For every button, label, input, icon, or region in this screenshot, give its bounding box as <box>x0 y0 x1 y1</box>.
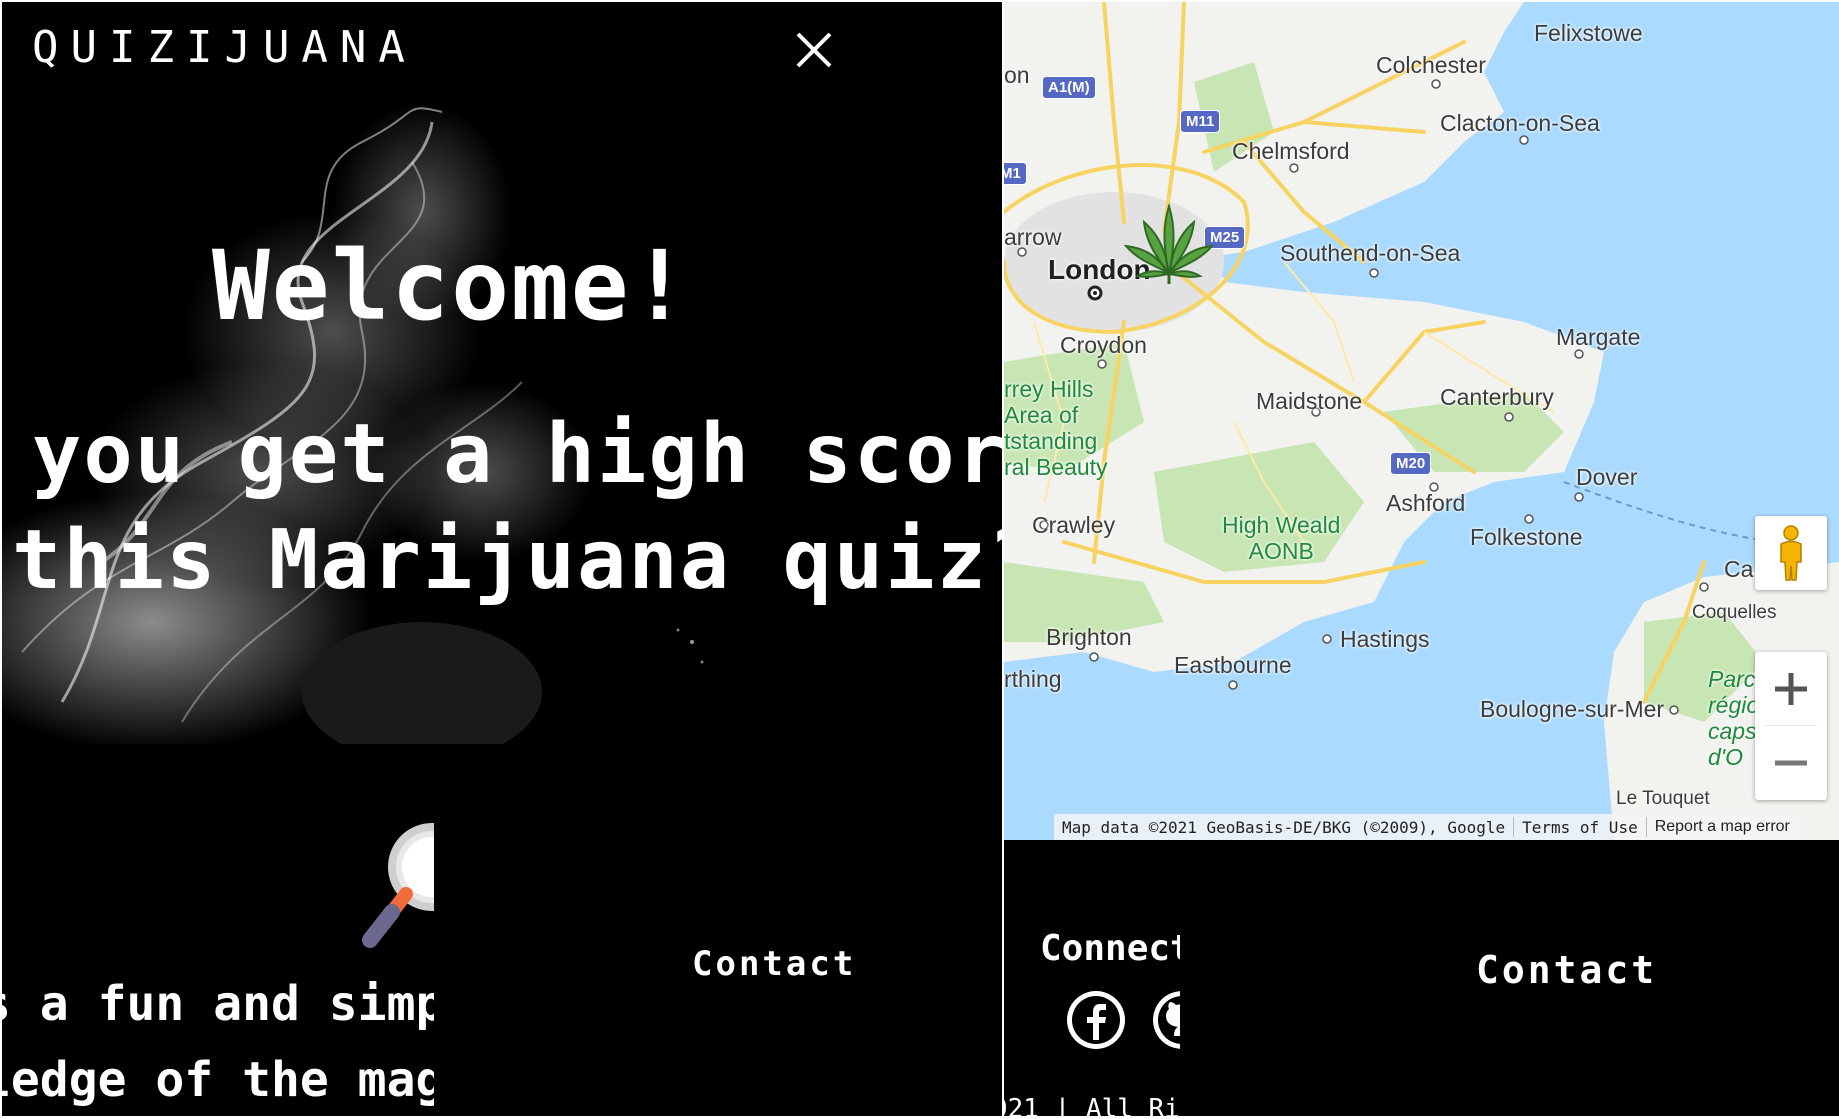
page: QUIZIJUANA Welcome! you get a high score… <box>0 0 1839 1119</box>
contact-link[interactable]: Contact <box>692 944 856 984</box>
map-label-boulogne: Boulogne-sur-Mer <box>1480 696 1665 722</box>
minus-icon[interactable] <box>1755 726 1827 800</box>
map-label-margate: Margate <box>1556 324 1641 350</box>
map-label-southend: Southend-on-Sea <box>1280 240 1461 266</box>
map-label-maidstone: Maidstone <box>1256 388 1363 414</box>
map-label-folkestone: Folkestone <box>1470 524 1583 550</box>
map-label-chelmsford: Chelmsford <box>1232 138 1350 164</box>
map-label-colchester: Colchester <box>1376 52 1486 78</box>
about-section: s a fun and simple ledge of the magi <box>2 744 434 1116</box>
map-label-surrey-hills: rrey Hills Area of tstanding ral Beauty <box>1004 376 1108 480</box>
road-shield-a1m: A1(M) <box>1042 76 1096 99</box>
magnifier-icon <box>362 823 434 948</box>
github-icon[interactable] <box>1152 990 1180 1050</box>
close-icon[interactable] <box>792 28 836 72</box>
quiz-window: QUIZIJUANA Welcome! you get a high score… <box>2 2 1002 1116</box>
map-data-attribution: Map data ©2021 GeoBasis-DE/BKG (©2009), … <box>1062 817 1506 837</box>
welcome-heading: Welcome! <box>212 230 691 342</box>
about-text-line-2: ledge of the magi <box>2 1052 434 1108</box>
pegman-icon <box>1780 525 1802 581</box>
map-window: Felixstowe Colchester Clacton-on-Sea Che… <box>1004 2 1839 1116</box>
map-label-le-touquet: Le Touquet <box>1616 788 1710 809</box>
map-label-clacton: Clacton-on-Sea <box>1440 110 1600 136</box>
map-label-coquelles: Coquelles <box>1692 602 1777 623</box>
map-label-eastbourne: Eastbourne <box>1174 652 1292 678</box>
map-label-harrow: arrow <box>1004 224 1062 250</box>
road-shield-m20: M20 <box>1390 452 1432 475</box>
google-map[interactable]: Felixstowe Colchester Clacton-on-Sea Che… <box>1004 2 1839 840</box>
map-attribution-bar: Map data ©2021 GeoBasis-DE/BKG (©2009), … <box>1054 814 1798 840</box>
map-label-croydon: Croydon <box>1060 332 1147 358</box>
map-label-worthing: rthing <box>1004 666 1062 692</box>
plus-icon[interactable] <box>1755 652 1827 726</box>
connect-heading: Connect <box>1040 928 1180 969</box>
connect-section: Connect 021 | All Right <box>1004 840 1180 1116</box>
cannabis-leaf-icon[interactable] <box>1124 204 1214 286</box>
smoke-background-image <box>2 2 1002 744</box>
quiz-question-line-2: this Marijuana quiz? <box>12 513 1002 608</box>
map-label-dover: Dover <box>1576 464 1638 490</box>
map-label-felixstowe: Felixstowe <box>1534 20 1643 46</box>
map-label-ashford: Ashford <box>1386 490 1466 516</box>
about-text-line-1: s a fun and simple <box>2 976 434 1032</box>
road-shield-m11: M11 <box>1180 110 1221 133</box>
quiz-question: you get a high score on this Marijuana q… <box>2 402 1002 614</box>
copyright-text: 021 | All Right <box>1004 1094 1180 1116</box>
map-label-canterbury: Canterbury <box>1440 384 1554 410</box>
map-label-high-weald: High Weald AONB <box>1222 512 1341 564</box>
zoom-control <box>1755 652 1827 800</box>
map-label-crawley: Crawley <box>1032 512 1116 538</box>
road-shield-m1: M1 <box>1004 162 1027 185</box>
quiz-question-line-1: you get a high score on <box>32 407 1002 502</box>
map-label-brighton: Brighton <box>1046 624 1132 650</box>
lower-section: s a fun and simple ledge of the magi Con… <box>2 744 1002 1116</box>
brand-logo[interactable]: QUIZIJUANA <box>32 22 417 73</box>
site-footer: Connect 021 | All Right Contact <box>1004 840 1839 1116</box>
facebook-icon[interactable] <box>1066 990 1126 1050</box>
hero-section: QUIZIJUANA Welcome! you get a high score… <box>2 2 1002 744</box>
map-label-calais: Ca <box>1724 556 1754 582</box>
street-view-button[interactable] <box>1755 516 1827 590</box>
about-text: s a fun and simple ledge of the magi <box>2 966 434 1116</box>
contact-link[interactable]: Contact <box>1476 948 1657 992</box>
map-label-hastings: Hastings <box>1340 626 1430 652</box>
report-map-error-link[interactable]: Report a map error <box>1647 818 1798 836</box>
map-label-parc: Parc régio caps d'O <box>1708 666 1760 770</box>
terms-of-use-link[interactable]: Terms of Use <box>1514 818 1646 837</box>
map-label-partial-top: on <box>1004 62 1030 88</box>
